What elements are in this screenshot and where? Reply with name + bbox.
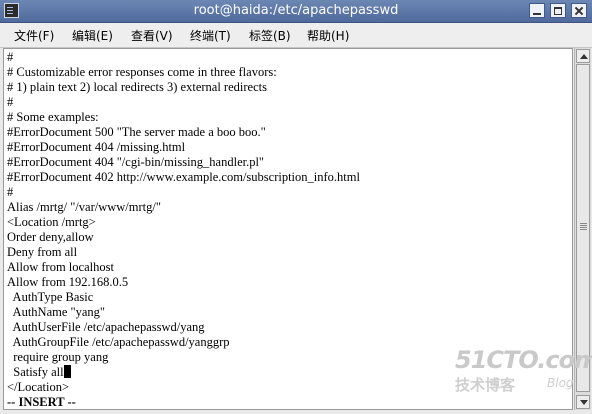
- terminal-line: Satisfy all: [7, 365, 64, 379]
- vim-status-line: -- INSERT --: [7, 395, 76, 409]
- terminal-line-cursor: Satisfy all: [7, 365, 71, 380]
- menu-file[interactable]: 文件(F): [14, 27, 54, 44]
- terminal-line: Order deny,allow: [7, 230, 94, 244]
- scroll-down-arrow-icon[interactable]: [576, 395, 590, 409]
- terminal-line: # Customizable error responses come in t…: [7, 65, 277, 79]
- close-button[interactable]: [571, 3, 587, 18]
- terminal-line: #: [7, 185, 14, 199]
- terminal-line: AuthUserFile /etc/apachepasswd/yang: [7, 320, 205, 334]
- terminal-window: root@haida:/etc/apachepasswd 文件(F) 编辑(E)…: [0, 0, 592, 414]
- terminal-line: require group yang: [7, 350, 109, 364]
- terminal-line: # 1) plain text 2) local redirects 3) ex…: [7, 80, 267, 94]
- terminal-text-area[interactable]: # # Customizable error responses come in…: [3, 48, 573, 410]
- window-title: root@haida:/etc/apachepasswd: [193, 3, 399, 18]
- minimize-button[interactable]: [529, 3, 545, 18]
- terminal-line: Allow from localhost: [7, 260, 114, 274]
- menu-view[interactable]: 查看(V): [131, 27, 173, 44]
- terminal-line: <Location /mrtg>: [7, 215, 96, 229]
- grip-icon: [580, 223, 587, 224]
- menu-edit[interactable]: 编辑(E): [72, 27, 113, 44]
- terminal-line: #ErrorDocument 404 "/cgi-bin/missing_han…: [7, 155, 265, 169]
- terminal-line: #: [7, 50, 14, 64]
- vertical-scrollbar[interactable]: [574, 48, 591, 410]
- scrollbar-thumb[interactable]: [576, 64, 590, 392]
- terminal-line: # Some examples:: [7, 110, 99, 124]
- terminal-line: #ErrorDocument 500 "The server made a bo…: [7, 125, 266, 139]
- menu-bar: 文件(F) 编辑(E) 查看(V) 终端(T) 标签(B) 帮助(H): [0, 23, 592, 48]
- terminal-line: Deny from all: [7, 245, 78, 259]
- terminal-line: AuthType Basic: [7, 290, 94, 304]
- terminal-line: #: [7, 95, 14, 109]
- menu-help[interactable]: 帮助(H): [307, 27, 349, 44]
- terminal-line: Allow from 192.168.0.5: [7, 275, 129, 289]
- terminal-line: AuthName "yang": [7, 305, 106, 319]
- terminal-line: </Location>: [7, 380, 69, 394]
- maximize-button[interactable]: [550, 3, 566, 18]
- terminal-line: Alias /mrtg/ "/var/www/mrtg/": [7, 200, 161, 214]
- terminal-line: AuthGroupFile /etc/apachepasswd/yanggrp: [7, 335, 230, 349]
- terminal-line: #ErrorDocument 404 /missing.html: [7, 140, 186, 154]
- menu-tabs[interactable]: 标签(B): [249, 27, 291, 44]
- scroll-up-arrow-icon[interactable]: [576, 49, 590, 63]
- terminal-line: #ErrorDocument 402 http://www.example.co…: [7, 170, 360, 184]
- text-cursor: [63, 365, 71, 378]
- menu-terminal[interactable]: 终端(T): [190, 27, 231, 44]
- title-bar[interactable]: root@haida:/etc/apachepasswd: [0, 0, 592, 23]
